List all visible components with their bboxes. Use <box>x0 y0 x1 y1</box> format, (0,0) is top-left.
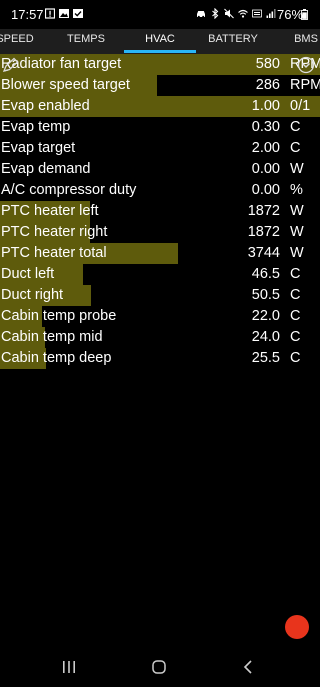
tab-temps[interactable]: TEMPS <box>50 29 122 54</box>
item-label: Evap enabled <box>1 98 90 114</box>
item-label: A/C compressor duty <box>1 182 137 198</box>
list-item: PTC heater total 3744 W <box>0 243 320 264</box>
home-icon[interactable] <box>151 659 167 675</box>
record-button[interactable] <box>285 615 309 639</box>
item-label: Blower speed target <box>1 77 130 93</box>
item-value: 1872 <box>247 224 280 240</box>
wifi-icon <box>238 9 248 18</box>
item-value: 1872 <box>247 203 280 219</box>
edit-icon[interactable] <box>2 57 20 73</box>
item-unit: % <box>290 182 303 198</box>
item-value: 3744 <box>247 245 280 261</box>
chevron-down-icon[interactable] <box>297 56 315 74</box>
item-value: 0.30 <box>251 119 280 135</box>
status-time: 17:57 <box>11 7 44 22</box>
active-tab-indicator <box>124 50 196 53</box>
item-label: Cabin temp mid <box>1 329 103 345</box>
list-item: Cabin temp deep 25.5 C <box>0 348 320 369</box>
list-item: Evap temp 0.30 C <box>0 117 320 138</box>
item-value: 22.0 <box>251 308 280 324</box>
system-icons <box>196 8 276 19</box>
list-item: Evap enabled 1.00 0/1 <box>0 96 320 117</box>
item-value: 286 <box>255 77 280 93</box>
item-value: 0.00 <box>251 161 280 177</box>
bluetooth-icon <box>212 8 219 19</box>
check-icon <box>73 9 83 18</box>
item-unit: RPM <box>290 77 320 93</box>
list-item: Duct right 50.5 C <box>0 285 320 306</box>
item-value: 580 <box>255 56 280 72</box>
list-item: Cabin temp mid 24.0 C <box>0 327 320 348</box>
tab-bms[interactable]: BMS <box>270 29 320 54</box>
list-item: Cabin temp probe 22.0 C <box>0 306 320 327</box>
navigation-bar <box>0 650 320 687</box>
item-value: 24.0 <box>251 329 280 345</box>
item-unit: C <box>290 287 301 303</box>
item-value: 46.5 <box>251 266 280 282</box>
item-unit: W <box>290 245 304 261</box>
item-label: PTC heater left <box>1 203 99 219</box>
item-unit: C <box>290 350 301 366</box>
item-label: Evap temp <box>1 119 71 135</box>
tab-battery[interactable]: BATTERY <box>197 29 269 54</box>
item-unit: C <box>290 266 301 282</box>
list-item: Duct left 46.5 C <box>0 264 320 285</box>
item-unit: C <box>290 119 301 135</box>
item-unit: C <box>290 308 301 324</box>
item-unit: W <box>290 224 304 240</box>
back-icon[interactable] <box>241 659 255 675</box>
item-value: 2.00 <box>251 140 280 156</box>
item-unit: W <box>290 203 304 219</box>
item-label: Duct right <box>1 287 64 303</box>
list-item: A/C compressor duty 0.00% <box>0 180 320 201</box>
status-bar: 17:57 76% <box>0 0 320 28</box>
notification-icons <box>45 8 83 19</box>
alert-icon <box>45 8 55 19</box>
item-label: Duct left <box>1 266 55 282</box>
item-label: Evap demand <box>1 161 91 177</box>
list-item: Evap demand 0.00 W <box>0 159 320 180</box>
item-unit: 0/1 <box>290 98 311 114</box>
item-label: PTC heater right <box>1 224 108 240</box>
signal-icon <box>266 9 276 18</box>
battery-percent: 76% <box>277 7 304 22</box>
list-item: PTC heater left 1872 W <box>0 201 320 222</box>
item-value: 25.5 <box>251 350 280 366</box>
list-item: PTC heater right 1872 W <box>0 222 320 243</box>
item-label: Cabin temp deep <box>1 350 112 366</box>
mute-icon <box>224 8 234 19</box>
volte-icon <box>252 9 262 18</box>
item-value: 50.5 <box>251 287 280 303</box>
item-label: Evap target <box>1 140 76 156</box>
item-value: 1.00 <box>251 98 280 114</box>
gallery-icon <box>59 9 69 18</box>
list-item: Blower speed target 286 RPM <box>0 75 320 96</box>
recent-apps-icon[interactable] <box>62 659 76 675</box>
battery-icon <box>301 9 308 20</box>
car-icon <box>197 11 205 18</box>
item-unit: W <box>290 161 304 177</box>
item-label: PTC heater total <box>1 245 107 261</box>
list-item: Radiator fan target 580 RPM <box>0 54 320 75</box>
item-unit: C <box>290 329 301 345</box>
item-label: Cabin temp probe <box>1 308 117 324</box>
list-item: Evap target 2.00 C <box>0 138 320 159</box>
item-value: 0.00 <box>251 182 280 198</box>
item-unit: C <box>290 140 301 156</box>
